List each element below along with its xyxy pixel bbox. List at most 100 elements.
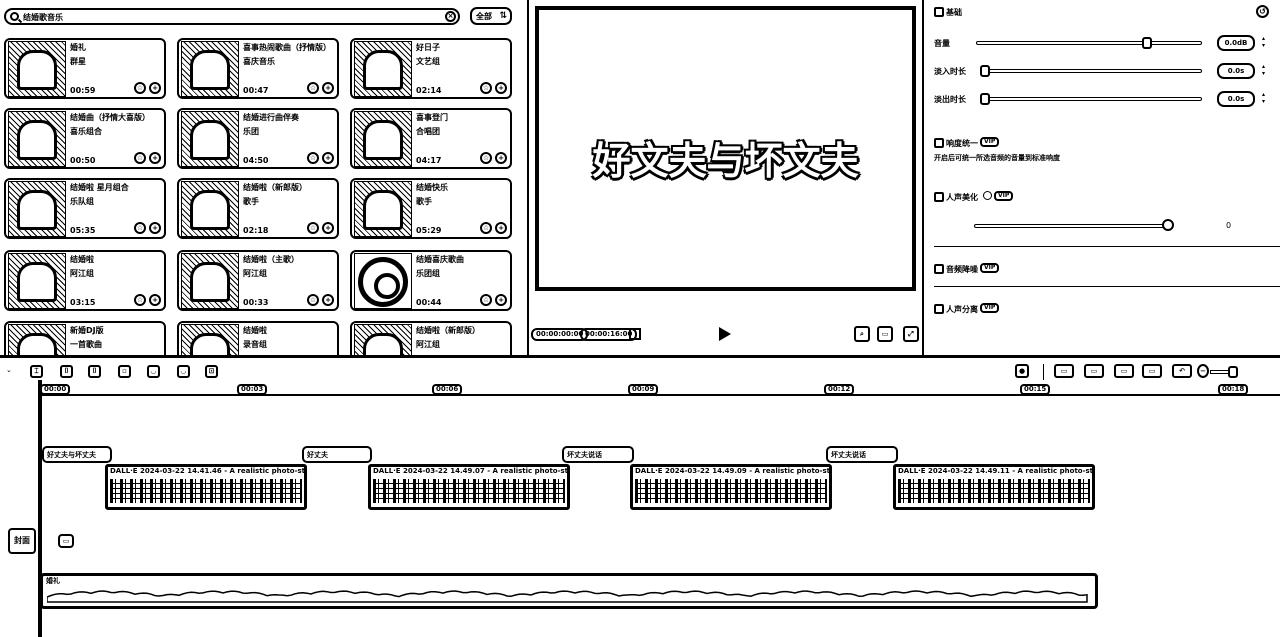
cover-button[interactable]: 封面: [8, 528, 36, 554]
favorite-icon[interactable]: ☆: [307, 152, 319, 164]
add-icon[interactable]: +: [322, 222, 334, 234]
fadeout-value[interactable]: 0.0s: [1217, 91, 1255, 107]
magnet-icon[interactable]: ▭: [1084, 364, 1104, 378]
music-card[interactable]: 结婚啦（新郎版） 歌手 02:18 ☆ +: [177, 178, 339, 239]
time-ruler[interactable]: 00:00 00:03 00:06 00:09 00:12 00:15 00:18: [40, 382, 1280, 396]
music-card[interactable]: 结婚啦（主歌） 阿江组 00:33 ☆ +: [177, 250, 339, 311]
fadeout-knob[interactable]: [980, 93, 990, 105]
zoom-knob[interactable]: [1228, 366, 1238, 378]
zoom-out-icon[interactable]: −: [1197, 364, 1209, 378]
add-icon[interactable]: +: [149, 222, 161, 234]
search-bar[interactable]: 结婚歌音乐 ×: [4, 8, 460, 25]
favorite-icon[interactable]: ☆: [307, 82, 319, 94]
undo-icon[interactable]: ↶: [1172, 364, 1192, 378]
volume-value[interactable]: 0.0dB: [1217, 35, 1255, 51]
info-icon[interactable]: [983, 191, 992, 200]
fadeout-stepper[interactable]: ▴ ▾: [1260, 91, 1267, 107]
favorite-icon[interactable]: ☆: [134, 82, 146, 94]
add-icon[interactable]: +: [149, 294, 161, 306]
favorite-icon[interactable]: ☆: [480, 294, 492, 306]
music-card[interactable]: 喜事热闹歌曲（抒情版） 喜庆音乐 00:47 ☆ +: [177, 38, 339, 99]
add-icon[interactable]: +: [322, 82, 334, 94]
volume-slider[interactable]: [976, 41, 1202, 45]
music-card[interactable]: 新婚DJ版一首歌曲☆+: [4, 321, 166, 355]
align-icon[interactable]: ▭: [1142, 364, 1162, 378]
split-icon[interactable]: ⌶: [30, 365, 43, 378]
music-card[interactable]: 结婚啦 星月组合 乐队组 05:35 ☆ +: [4, 178, 166, 239]
loudness-checkbox[interactable]: [934, 138, 944, 148]
favorite-icon[interactable]: ☆: [307, 222, 319, 234]
zoom-icon[interactable]: ⌕: [854, 326, 870, 342]
add-icon[interactable]: +: [495, 152, 507, 164]
volume-knob[interactable]: [1142, 37, 1152, 49]
mic-icon[interactable]: ●: [1015, 364, 1029, 378]
music-card[interactable]: 结婚曲（抒情大喜版） 喜乐组合 00:50 ☆ +: [4, 108, 166, 169]
music-title: 喜事登门: [416, 113, 448, 122]
favorite-icon[interactable]: ☆: [134, 294, 146, 306]
video-clip[interactable]: DALL·E 2024-03-22 14.49.09 - A realistic…: [630, 464, 832, 510]
track-toggle-icon[interactable]: ▭: [58, 534, 74, 548]
music-card[interactable]: 好日子 文艺组 02:14 ☆ +: [350, 38, 512, 99]
add-icon[interactable]: +: [322, 294, 334, 306]
fadeout-slider[interactable]: [980, 97, 1202, 101]
shield-icon[interactable]: ◡: [177, 365, 190, 378]
add-icon[interactable]: +: [322, 152, 334, 164]
delete-icon[interactable]: ▫: [118, 365, 131, 378]
favorite-icon[interactable]: ☆: [134, 152, 146, 164]
voice-knob[interactable]: [1162, 219, 1174, 231]
quality-icon[interactable]: ▭: [877, 326, 893, 342]
music-card[interactable]: 结婚喜庆歌曲 乐团组 00:44 ☆ +: [350, 250, 512, 311]
split-left-icon[interactable]: ⌷: [60, 365, 73, 378]
add-icon[interactable]: +: [495, 294, 507, 306]
video-clip[interactable]: DALL·E 2024-03-22 14.49.11 - A realistic…: [893, 464, 1095, 510]
subtitle-clip[interactable]: 好丈夫: [302, 446, 372, 463]
voice-slider[interactable]: [974, 224, 1170, 228]
clear-search-icon[interactable]: ×: [445, 11, 456, 22]
video-clip[interactable]: DALL·E 2024-03-22 14.41.46 - A realistic…: [105, 464, 307, 510]
subtitle-clip[interactable]: 坏丈夫说话: [562, 446, 634, 463]
favorite-icon[interactable]: ☆: [307, 294, 319, 306]
video-clip[interactable]: DALL·E 2024-03-22 14.49.07 - A realistic…: [368, 464, 570, 510]
music-card[interactable]: 喜事登门 合唱团 04:17 ☆ +: [350, 108, 512, 169]
fullscreen-icon[interactable]: ⤢: [903, 326, 919, 342]
play-button[interactable]: [719, 327, 731, 341]
music-card[interactable]: 结婚啦 阿江组 03:15 ☆ +: [4, 250, 166, 311]
denoise-checkbox[interactable]: [934, 264, 944, 274]
fadein-value[interactable]: 0.0s: [1217, 63, 1255, 79]
favorite-icon[interactable]: ☆: [480, 222, 492, 234]
add-icon[interactable]: +: [149, 82, 161, 94]
crop-icon[interactable]: ⊡: [205, 365, 218, 378]
fadein-stepper[interactable]: ▴ ▾: [1260, 63, 1267, 79]
subtitle-clip[interactable]: 好丈夫与坏丈夫: [42, 446, 112, 463]
add-icon[interactable]: +: [149, 152, 161, 164]
music-card[interactable]: 结婚进行曲伴奏 乐团 04:50 ☆ +: [177, 108, 339, 169]
search-input[interactable]: 结婚歌音乐: [23, 12, 63, 23]
marker-icon[interactable]: ◡: [147, 365, 160, 378]
voice-checkbox[interactable]: [934, 192, 944, 202]
preview-canvas[interactable]: 好文夫与坏文夫: [535, 6, 916, 291]
filter-button[interactable]: 全部 ⇅: [470, 7, 512, 25]
preview-axis-icon[interactable]: ▭: [1114, 364, 1134, 378]
link-icon[interactable]: ▭: [1054, 364, 1074, 378]
aspect-ratio-icon[interactable]: [629, 328, 641, 340]
fadein-knob[interactable]: [980, 65, 990, 77]
favorite-icon[interactable]: ☆: [480, 82, 492, 94]
separate-checkbox[interactable]: [934, 304, 944, 314]
audio-clip[interactable]: 婚礼: [40, 573, 1098, 609]
playhead[interactable]: [38, 380, 42, 637]
reset-icon[interactable]: ↺: [1256, 5, 1269, 18]
collapse-icon[interactable]: ⌄: [6, 366, 12, 374]
basic-checkbox[interactable]: [934, 7, 944, 17]
favorite-icon[interactable]: ☆: [480, 152, 492, 164]
music-card[interactable]: 结婚啦录音组☆+: [177, 321, 339, 355]
subtitle-clip[interactable]: 坏丈夫说话: [826, 446, 898, 463]
fadein-slider[interactable]: [980, 69, 1202, 73]
add-icon[interactable]: +: [495, 82, 507, 94]
music-card[interactable]: 结婚啦（新郎版）阿江组☆+: [350, 321, 512, 355]
add-icon[interactable]: +: [495, 222, 507, 234]
split-right-icon[interactable]: ⌷: [88, 365, 101, 378]
music-card[interactable]: 婚礼 群星 00:59 ☆ +: [4, 38, 166, 99]
favorite-icon[interactable]: ☆: [134, 222, 146, 234]
music-card[interactable]: 结婚快乐 歌手 05:29 ☆ +: [350, 178, 512, 239]
volume-stepper[interactable]: ▴ ▾: [1260, 35, 1267, 51]
